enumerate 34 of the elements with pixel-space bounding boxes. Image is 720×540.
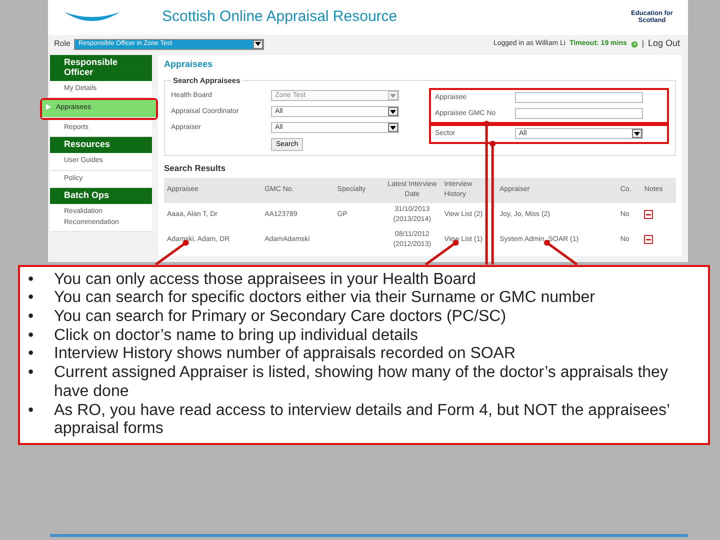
caret-icon — [255, 42, 262, 46]
caret-icon — [390, 126, 396, 130]
note-text: You can search for specific doctors either via their Surname or GMC number — [54, 289, 595, 308]
note-text: Interview History shows number of appraisals recorded on SOAR — [54, 345, 516, 364]
text-input[interactable] — [515, 92, 643, 104]
bullet-mark: • — [28, 402, 35, 421]
sidebar-heading: Resources — [50, 137, 152, 154]
sidebar-heading: Batch Ops — [50, 188, 152, 204]
clock-icon — [630, 40, 638, 48]
notes-icon[interactable] — [644, 234, 654, 244]
separator-text: | — [642, 38, 644, 50]
bullet-mark: • — [28, 364, 35, 384]
bullet-mark: • — [28, 289, 35, 308]
bullet-mark: • — [28, 345, 35, 364]
note-text: As RO, you have read access to interview details and Form 4, but NOT the appraisees’ appraisal forms — [54, 402, 670, 439]
sidebar-heading: Responsible Officer — [50, 55, 152, 81]
logout-link[interactable]: Log Out — [648, 37, 680, 51]
page-heading: Appraisees — [164, 58, 214, 71]
text-input[interactable] — [515, 108, 643, 120]
chevron-icon — [46, 104, 51, 110]
caret-icon — [634, 132, 640, 136]
note-text: Current assigned Appraiser is listed, showing how many of the doctor’s appraisals they have done — [54, 364, 669, 402]
caret-icon — [390, 94, 396, 98]
bullet-mark: • — [28, 308, 35, 327]
note-text: You can only access those appraisees in your Health Board — [54, 270, 476, 290]
bullet-mark: • — [28, 270, 35, 290]
role-label: Role — [54, 38, 70, 50]
results-heading: Search Results — [164, 162, 226, 174]
bullet-mark: • — [28, 326, 35, 346]
site-title: Scottish Online Appraisal Resource — [162, 7, 398, 28]
note-text: You can search for Primary or Secondary Care doctors (PC/SC) — [54, 308, 506, 327]
note-text: Click on doctor’s name to bring up individual details — [54, 326, 418, 346]
notes-icon[interactable] — [644, 210, 654, 219]
caret-icon — [390, 110, 396, 114]
